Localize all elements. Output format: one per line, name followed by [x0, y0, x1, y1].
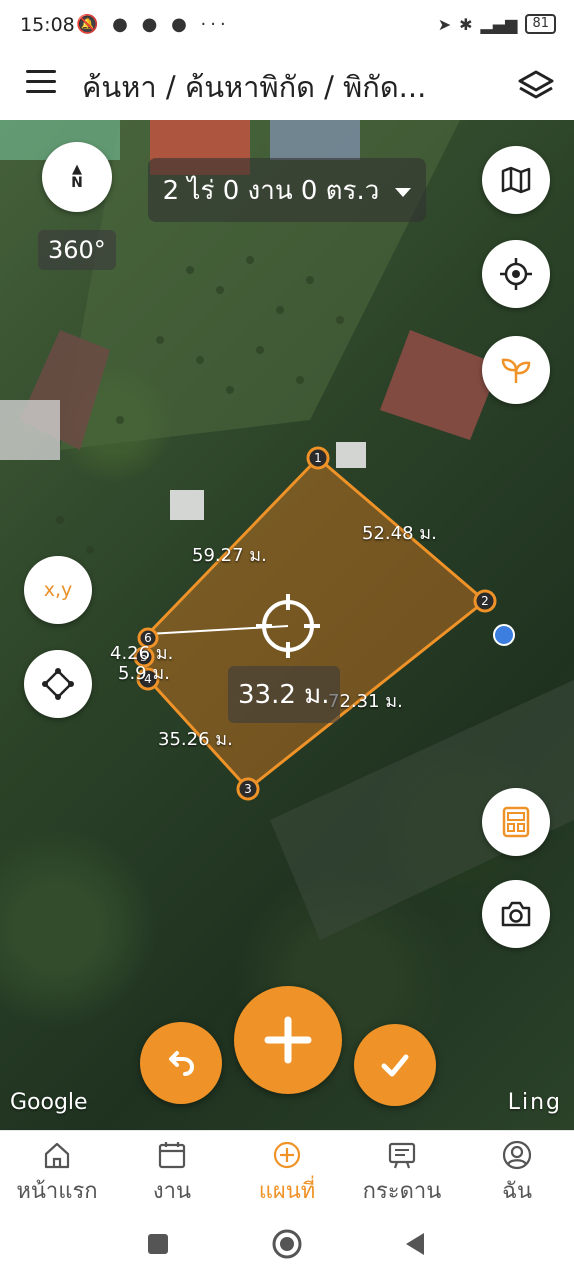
locate-me-button[interactable] [482, 240, 550, 308]
home-icon [44, 1142, 70, 1169]
compass-label: N [71, 175, 83, 191]
recents-button [148, 1234, 168, 1254]
bell-off-icon: 🔕 [76, 14, 103, 35]
center-distance-label: 33.2 ม. [228, 666, 340, 723]
gps-target-icon [500, 258, 532, 290]
plant-button[interactable] [482, 336, 550, 404]
board-icon [388, 1142, 416, 1169]
plus-icon [264, 1016, 312, 1064]
dot-icon: ● [171, 14, 191, 35]
nav-profile-label: ฉัน [501, 1179, 533, 1204]
sprout-icon [501, 358, 531, 383]
calendar-icon [158, 1142, 186, 1169]
rotation-readout: 360° [38, 230, 116, 270]
segment-length-1-2: 52.48 ม. [362, 523, 437, 544]
segment-length-3-4: 35.26 ม. [158, 729, 233, 750]
map-type-button[interactable] [482, 146, 550, 214]
nav-board[interactable]: กระดาน [345, 1139, 459, 1208]
vertex-label-1: 1 [314, 451, 322, 465]
app-bar: ค้นหา / ค้นหาพิกัด / พิกัด... [0, 52, 574, 120]
layers-icon[interactable] [516, 66, 556, 106]
system-status: ➤ ✱ ▂▄▆ 81 [438, 14, 556, 34]
undo-button[interactable] [140, 1022, 222, 1104]
add-point-button[interactable] [234, 986, 342, 1094]
nav-home-label: หน้าแรก [16, 1179, 98, 1204]
calculator-button[interactable] [482, 788, 550, 856]
undo-icon [169, 1051, 195, 1076]
camera-icon [501, 901, 531, 927]
area-summary-text: 2 ไร่ 0 งาน 0 ตร.ว [162, 175, 380, 206]
more-dots-icon: ··· [200, 14, 230, 35]
coordinate-input-button[interactable]: x,y [24, 556, 92, 624]
polygon-tool-button[interactable] [24, 650, 92, 718]
system-navigation [0, 1210, 574, 1280]
camera-button[interactable] [482, 880, 550, 948]
current-location-dot [493, 624, 515, 646]
map-plus-icon [273, 1141, 301, 1169]
segment-length-4-5: 5.9 ม. [118, 663, 170, 684]
map-icon [501, 166, 531, 194]
nav-map-label: แผนที่ [258, 1179, 316, 1204]
notification-icons: 🔕 ● ● ● ··· [76, 14, 230, 35]
bottom-navigation: หน้าแรก งาน แผนที่ กระดาน ฉัน [0, 1130, 574, 1211]
vertex-label-3: 3 [244, 782, 252, 796]
menu-icon[interactable] [26, 70, 56, 96]
polygon-icon [42, 668, 74, 700]
nav-home[interactable]: หน้าแรก [0, 1139, 114, 1208]
page-title: ค้นหา / ค้นหาพิกัด / พิกัด... [82, 70, 427, 104]
profile-icon [502, 1140, 532, 1170]
nav-tasks[interactable]: งาน [115, 1139, 229, 1208]
bluetooth-icon: ✱ [459, 14, 473, 34]
nav-profile[interactable]: ฉัน [460, 1139, 574, 1208]
battery-indicator: 81 [525, 14, 556, 34]
provider-label: Ling [507, 1090, 562, 1115]
segment-length-6-1: 59.27 ม. [192, 545, 267, 566]
nav-board-label: กระดาน [362, 1179, 442, 1204]
google-logo: Google [10, 1090, 88, 1115]
vertex-label-2: 2 [481, 594, 489, 608]
check-icon [381, 1054, 409, 1077]
dot-icon: ● [141, 14, 162, 35]
status-bar: 15:08 🔕 ● ● ● ··· ➤ ✱ ▂▄▆ 81 [0, 0, 574, 52]
signal-icon: ▂▄▆ [480, 14, 518, 34]
satellite-map[interactable]: 1 2 3 4 5 6 ▲ N 360° 2 ไร่ 0 งาน 0 ตร.ว [0, 120, 574, 1130]
confirm-button[interactable] [354, 1024, 436, 1106]
nav-tasks-label: งาน [152, 1179, 192, 1204]
compass-button[interactable]: ▲ N [42, 142, 112, 212]
caret-down-icon [395, 187, 412, 197]
calculator-icon [502, 806, 530, 838]
area-summary-dropdown[interactable]: 2 ไร่ 0 งาน 0 ตร.ว [148, 158, 426, 222]
xy-label: x,y [43, 579, 73, 601]
status-time: 15:08 [20, 14, 75, 36]
location-arrow-icon: ➤ [437, 14, 452, 34]
chat-icon: ● [112, 14, 132, 35]
back-button [406, 1233, 424, 1255]
nav-map[interactable]: แผนที่ [230, 1139, 344, 1208]
